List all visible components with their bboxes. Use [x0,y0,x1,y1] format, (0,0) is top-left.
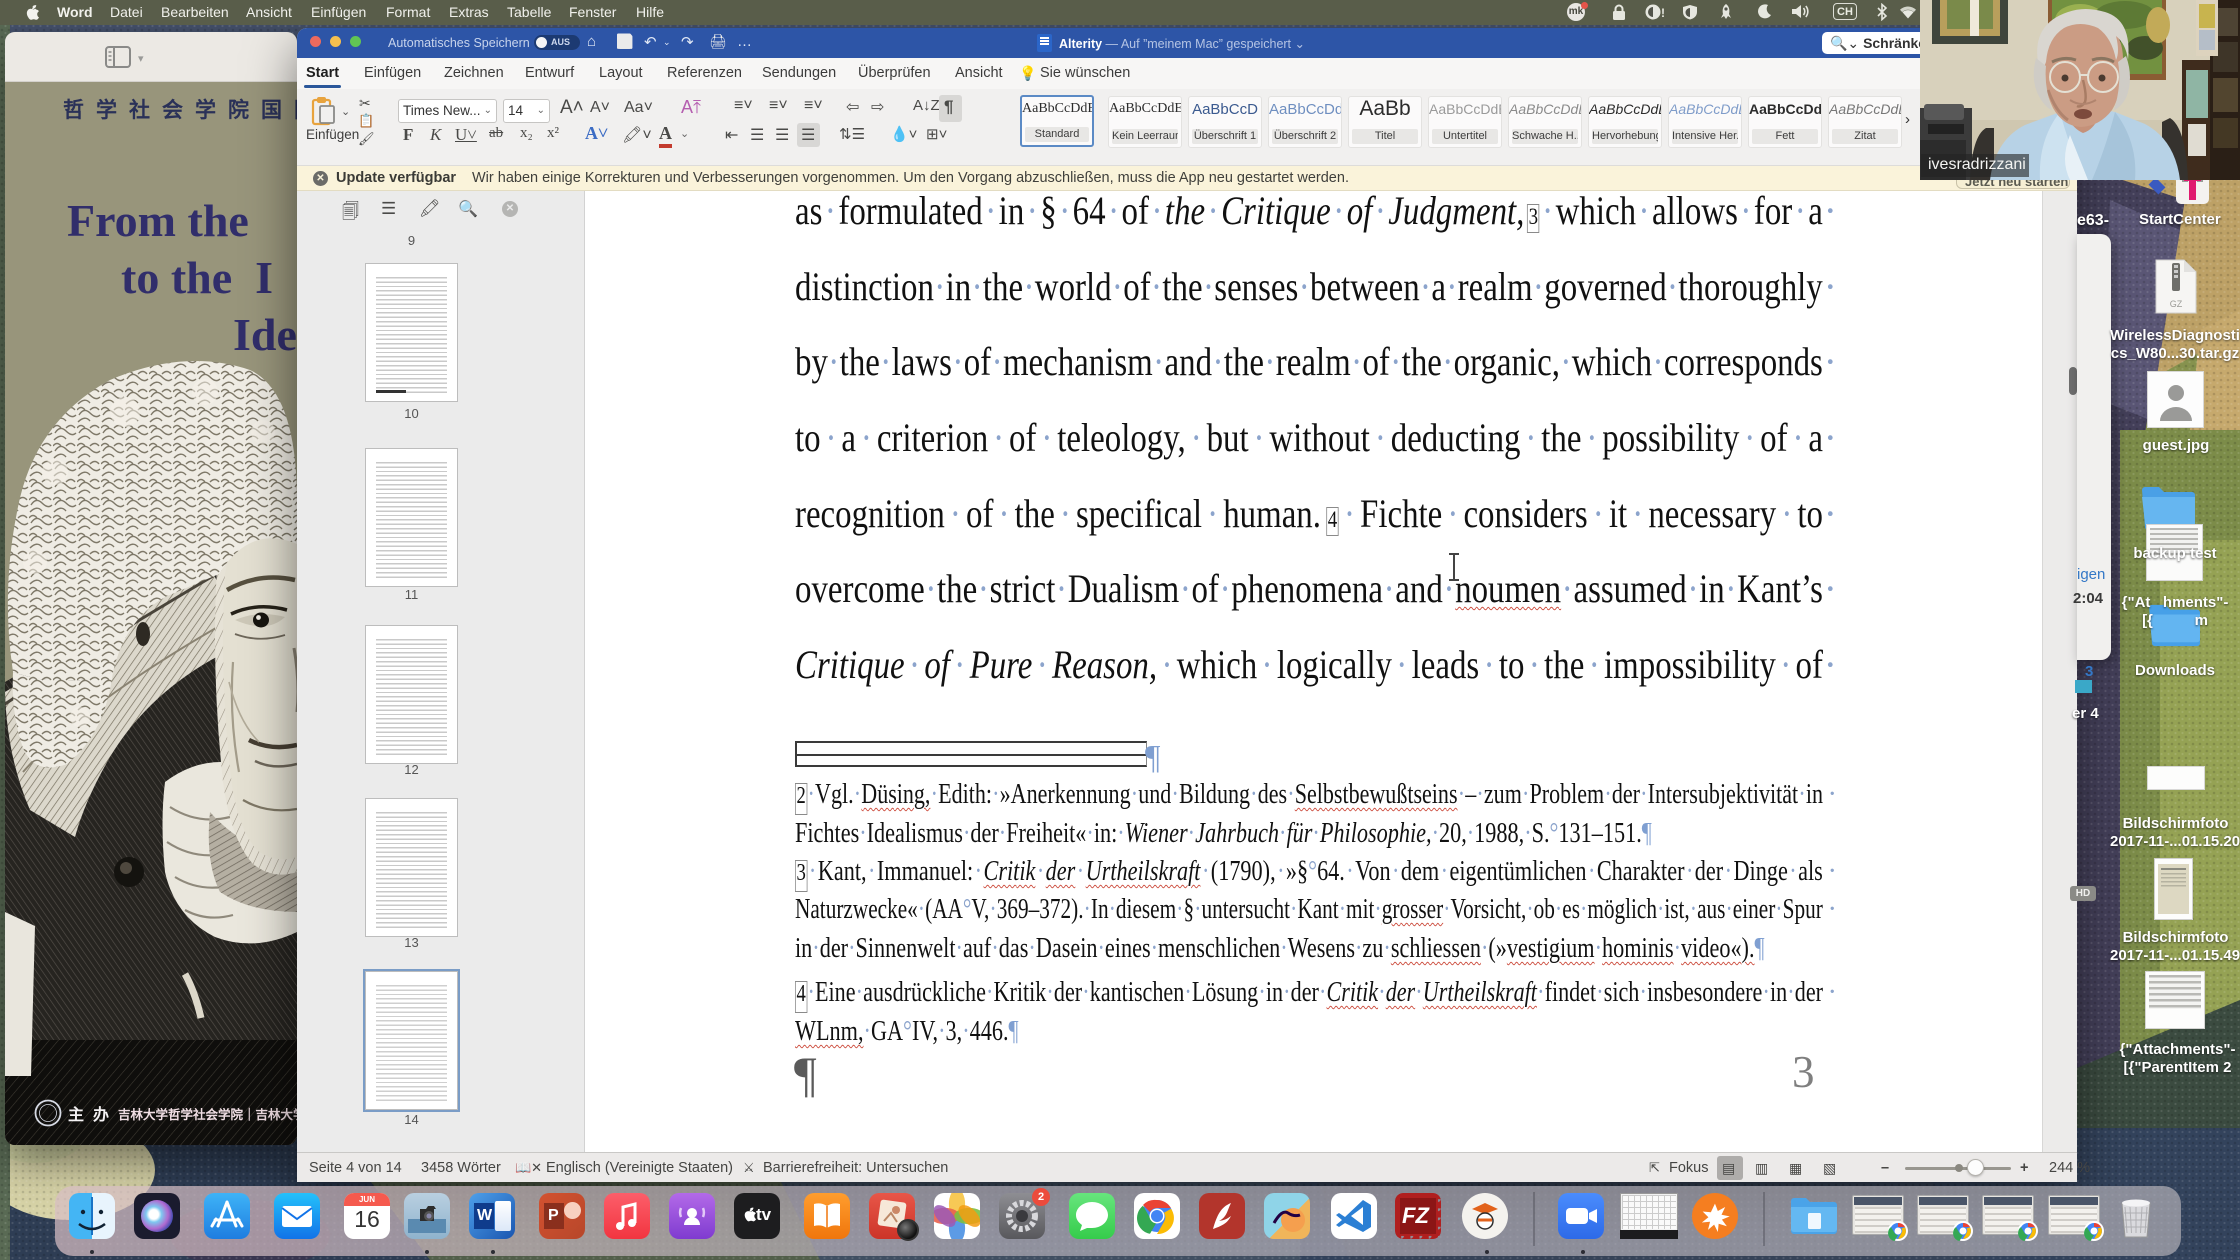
svg-text:主办: 主办 [68,1105,118,1124]
svg-text:GZ: GZ [2170,299,2183,309]
svg-text:吉林大学哲学社会学院｜吉林大学哲: 吉林大学哲学社会学院｜吉林大学哲 [118,1107,297,1122]
svg-text:!: ! [1661,6,1664,20]
